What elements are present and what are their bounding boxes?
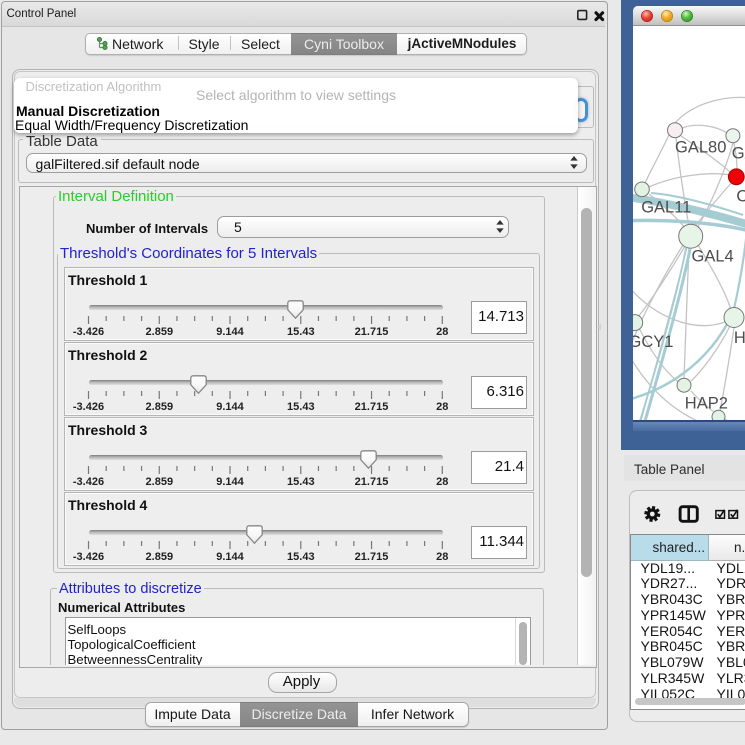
svg-text:H: H <box>734 329 745 347</box>
svg-text:GA: GA <box>732 145 745 163</box>
svg-text:GAL4: GAL4 <box>692 248 734 266</box>
svg-text:HAP2: HAP2 <box>685 395 728 413</box>
svg-text:GCY1: GCY1 <box>633 333 673 351</box>
svg-text:GAL11: GAL11 <box>641 198 691 216</box>
svg-text:C: C <box>736 188 745 206</box>
svg-text:GAL80: GAL80 <box>675 139 726 157</box>
